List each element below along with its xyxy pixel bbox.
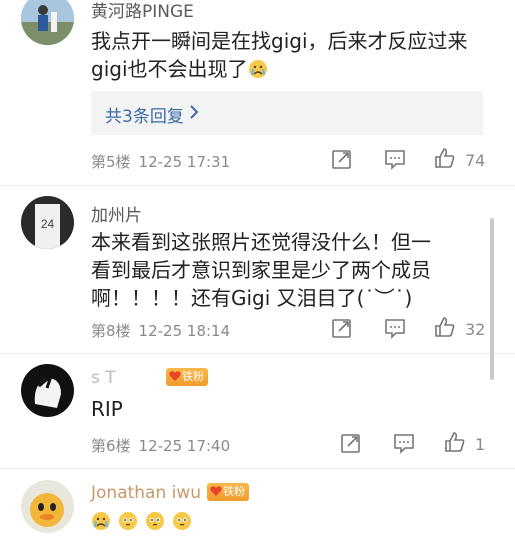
comment-icon[interactable] — [384, 148, 406, 170]
replies-link[interactable]: 共3条回复 — [91, 91, 483, 135]
pleading-face-icon — [119, 512, 138, 530]
avatar-image: 24 — [21, 196, 74, 249]
comment-icon[interactable] — [393, 432, 415, 454]
avatar-image — [21, 480, 74, 533]
scrollbar[interactable] — [490, 218, 494, 380]
pleading-face-icon — [146, 512, 165, 530]
timestamp: 12-25 18:14 — [138, 322, 231, 340]
avatar[interactable]: 24 — [21, 196, 74, 249]
share-icon[interactable] — [340, 432, 362, 454]
avatar-image — [21, 0, 74, 45]
like-icon[interactable] — [444, 431, 466, 453]
fan-badge: 铁粉 — [166, 368, 208, 386]
floor-label: 第5楼 — [91, 153, 131, 171]
share-icon[interactable] — [331, 148, 353, 170]
comment-text: 本来看到这张照片还觉得没什么！但一看到最后才意识到家里是少了两个成员啊！！！！还… — [91, 230, 431, 310]
floor-label: 第8楼 — [91, 322, 131, 340]
username[interactable]: s T — [91, 368, 116, 388]
comment-text-content: 我点开一瞬间是在找gigi，后来才反应过来gigi也不会出现了 — [91, 29, 468, 81]
pleading-face-icon — [173, 512, 192, 530]
username-text: s T — [91, 368, 116, 388]
like-icon[interactable] — [434, 316, 456, 338]
like-icon[interactable] — [434, 147, 456, 169]
emoji-row — [91, 511, 192, 535]
crying-face-icon — [92, 512, 110, 530]
crying-face-icon — [248, 58, 268, 86]
avatar[interactable] — [21, 364, 74, 417]
comment-meta: 第5楼 12-25 17:31 — [91, 151, 238, 172]
divider — [0, 468, 515, 469]
comment-text: 我点开一瞬间是在找gigi，后来才反应过来gigi也不会出现了 — [91, 27, 471, 86]
comment-icon[interactable] — [384, 317, 406, 339]
comment-text: RIP — [91, 397, 123, 421]
timestamp: 12-25 17:40 — [138, 437, 231, 455]
like-count: 74 — [465, 151, 486, 170]
like-count: 32 — [465, 320, 486, 339]
badge-label: 铁粉 — [223, 485, 245, 498]
chevron-right-icon — [190, 105, 199, 119]
heart-icon — [210, 486, 222, 496]
fan-badge: 铁粉 — [207, 483, 249, 501]
floor-label: 第6楼 — [91, 437, 131, 455]
heart-icon — [169, 371, 181, 381]
divider — [0, 185, 515, 186]
replies-label: 共3条回复 — [105, 107, 184, 127]
username[interactable]: 黄河路PINGE — [91, 0, 194, 22]
avatar[interactable] — [21, 0, 74, 45]
share-icon[interactable] — [331, 317, 353, 339]
svg-text:24: 24 — [41, 217, 55, 231]
comment-meta: 第8楼 12-25 18:14 — [91, 320, 238, 341]
timestamp: 12-25 17:31 — [138, 153, 231, 171]
like-count: 1 — [475, 435, 486, 454]
badge-label: 铁粉 — [182, 370, 204, 383]
comment-meta: 第6楼 12-25 17:40 — [91, 435, 238, 456]
username[interactable]: Jonathan iwu — [91, 483, 201, 503]
username-text: Jonathan iwu — [91, 483, 202, 503]
avatar[interactable] — [21, 480, 74, 533]
avatar-image — [21, 364, 74, 417]
username[interactable]: 加州片 — [91, 201, 142, 226]
divider — [0, 353, 515, 354]
